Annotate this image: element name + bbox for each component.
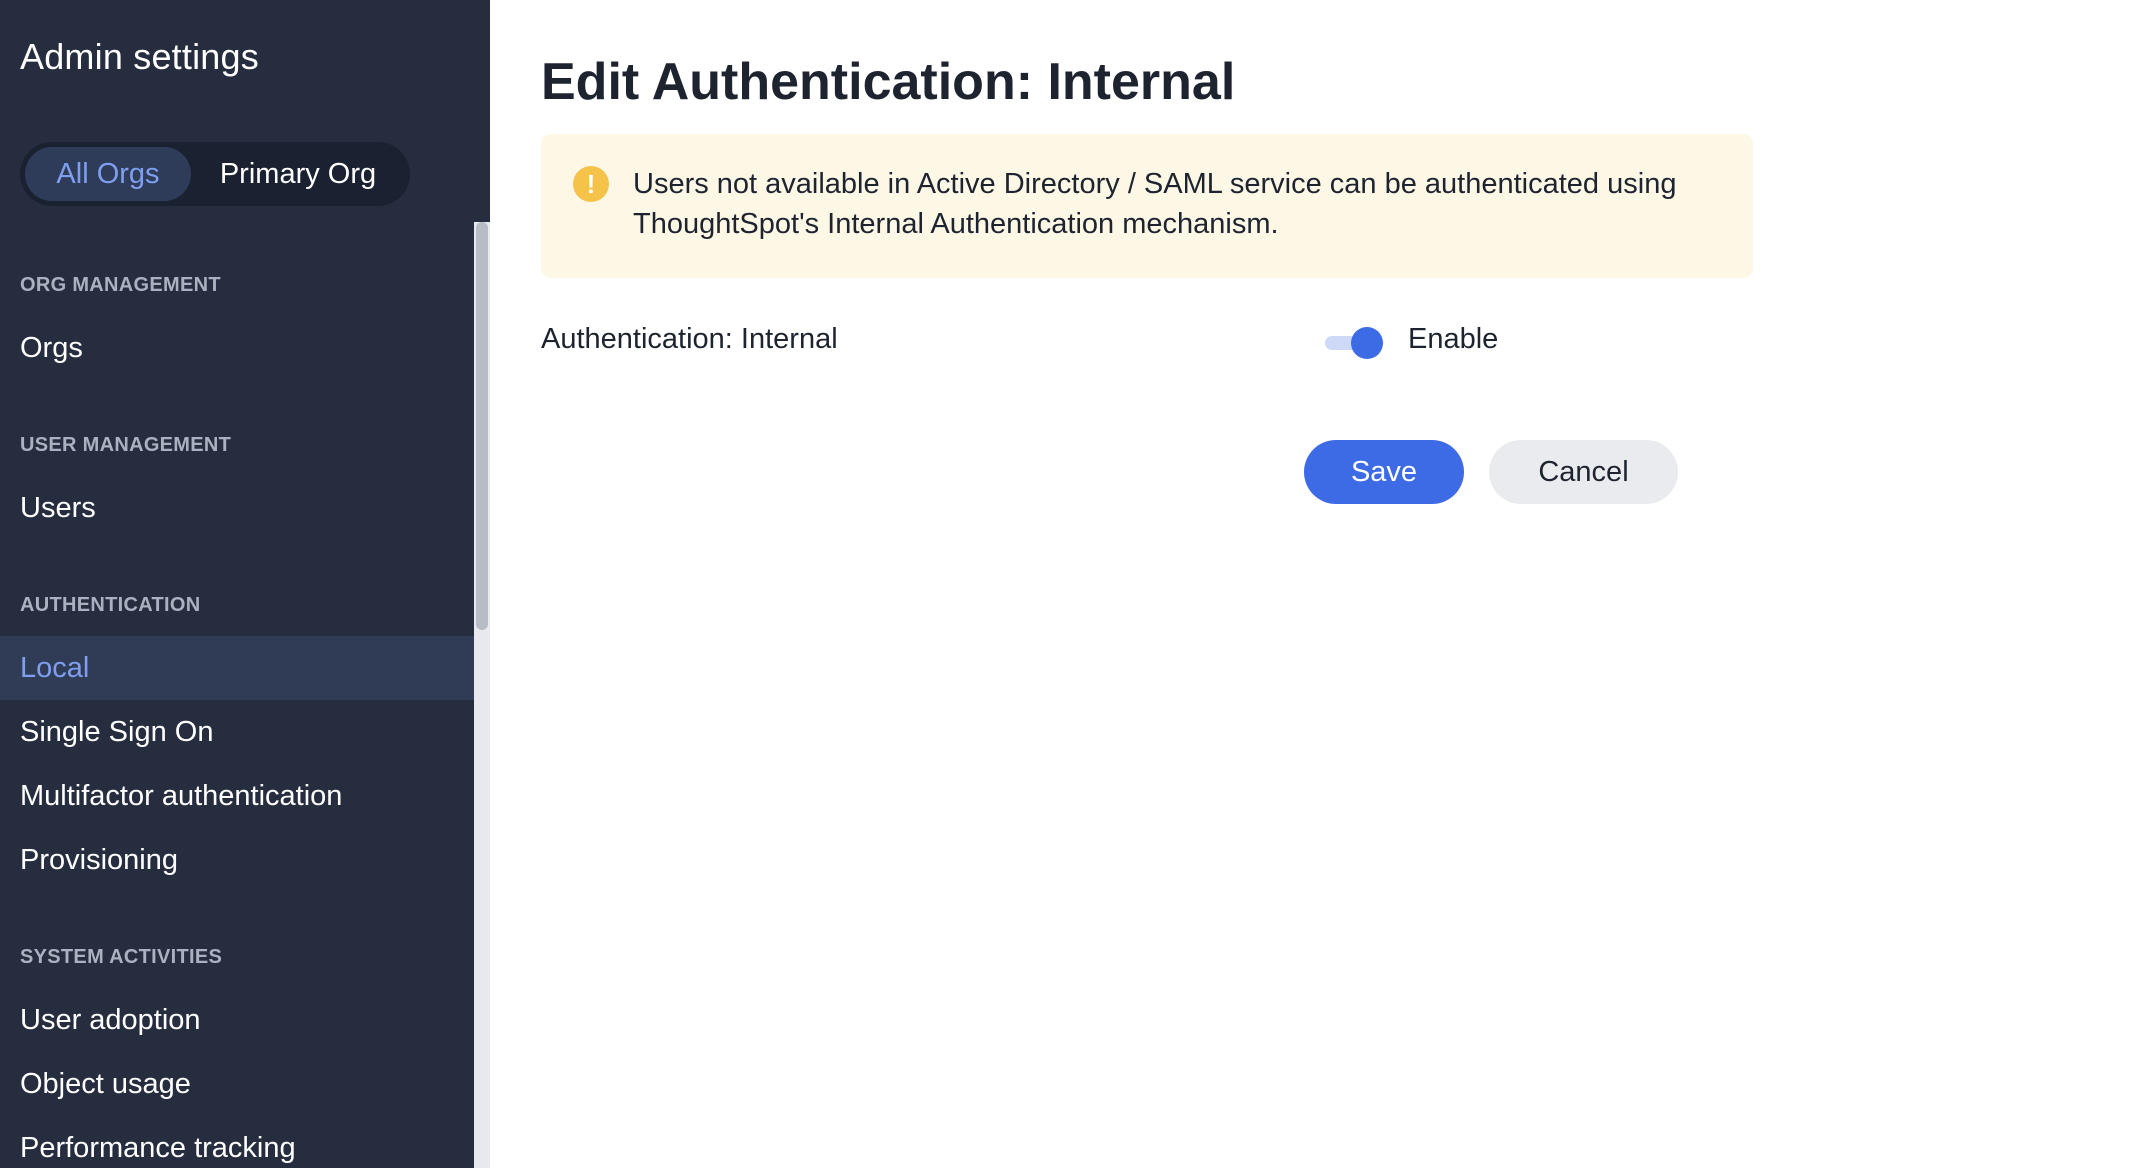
page-title: Edit Authentication: Internal bbox=[541, 53, 1236, 111]
sidebar-item-local[interactable]: Local bbox=[0, 636, 474, 700]
org-switch: All Orgs Primary Org bbox=[20, 142, 410, 206]
section-heading-org-management: ORG MANAGEMENT bbox=[20, 274, 221, 296]
sidebar-scrollbar-thumb[interactable] bbox=[476, 222, 488, 630]
info-notice: ! Users not available in Active Director… bbox=[541, 134, 1753, 278]
sidebar-item-object-usage[interactable]: Object usage bbox=[0, 1052, 474, 1116]
notice-text: Users not available in Active Directory … bbox=[633, 168, 1677, 240]
sidebar-item-provisioning[interactable]: Provisioning bbox=[0, 828, 474, 892]
sidebar-title: Admin settings bbox=[20, 36, 259, 77]
warning-icon: ! bbox=[573, 166, 609, 202]
section-heading-user-management: USER MANAGEMENT bbox=[20, 434, 232, 456]
section-heading-system-activities: SYSTEM ACTIVITIES bbox=[20, 946, 223, 968]
sidebar: Admin settings All Orgs Primary Org ORG … bbox=[0, 0, 490, 1168]
cancel-button[interactable]: Cancel bbox=[1489, 440, 1678, 504]
sidebar-item-performance-tracking[interactable]: Performance tracking bbox=[0, 1116, 474, 1168]
sidebar-item-users[interactable]: Users bbox=[0, 476, 474, 540]
sidebar-item-orgs[interactable]: Orgs bbox=[0, 316, 474, 380]
toggle-knob bbox=[1351, 327, 1383, 359]
sidebar-item-single-sign-on[interactable]: Single Sign On bbox=[0, 700, 474, 764]
section-heading-authentication: AUTHENTICATION bbox=[20, 594, 201, 616]
setting-label: Authentication: Internal bbox=[541, 323, 838, 355]
toggle-label: Enable bbox=[1408, 323, 1499, 355]
sidebar-scrollbar[interactable] bbox=[474, 222, 490, 1168]
org-option-primary-org[interactable]: Primary Org bbox=[191, 147, 405, 201]
org-option-all-orgs[interactable]: All Orgs bbox=[25, 147, 191, 201]
save-button[interactable]: Save bbox=[1304, 440, 1464, 504]
sidebar-item-multifactor-authentication[interactable]: Multifactor authentication bbox=[0, 764, 474, 828]
sidebar-item-user-adoption[interactable]: User adoption bbox=[0, 988, 474, 1052]
enable-toggle[interactable] bbox=[1325, 326, 1385, 360]
